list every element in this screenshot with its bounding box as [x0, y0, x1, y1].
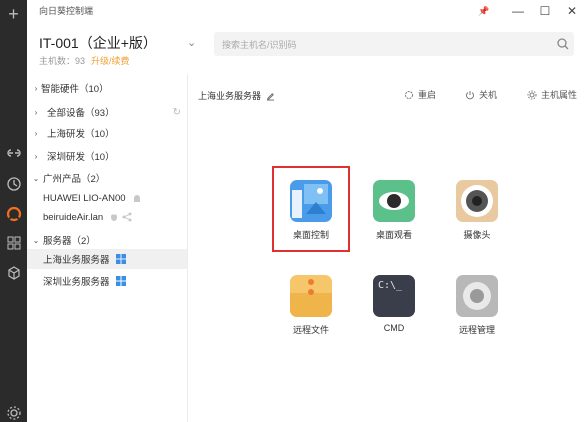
desktop-view-tile[interactable]: 桌面观看	[358, 180, 430, 254]
tile-label: 桌面控制	[292, 230, 329, 240]
tree-label: 深圳研发（10）	[47, 152, 115, 163]
windows-icon	[115, 276, 126, 286]
tree-group-guangzhou-product[interactable]: ⌄ 广州产品（2）	[27, 168, 187, 188]
properties-label: 主机属性	[541, 90, 578, 100]
host-count: 主机数：93	[39, 56, 86, 66]
remote-file-tile[interactable]: 远程文件	[275, 275, 347, 349]
expand-arrow-icon[interactable]: ›	[31, 108, 41, 117]
search-icon[interactable]	[556, 37, 570, 51]
terminal-prompt: C:\_	[378, 280, 403, 291]
tile-label: 远程文件	[292, 325, 329, 335]
refresh-icon[interactable]: ↻	[173, 107, 181, 118]
app-title: 向日葵控制端	[39, 6, 94, 16]
collapse-arrow-icon[interactable]: ⌄	[31, 236, 41, 245]
pin-icon[interactable]: 📌	[475, 2, 493, 20]
edit-icon[interactable]	[266, 92, 275, 101]
camera-tile[interactable]: 摄像头	[441, 180, 513, 254]
expand-arrow-icon[interactable]: ›	[31, 84, 41, 93]
camera-icon	[456, 180, 498, 222]
gear-icon	[527, 90, 537, 99]
tree-group-smart-hardware[interactable]: › 智能硬件（10）	[27, 78, 187, 98]
tree-label: HUAWEI LIO-AN00	[43, 192, 126, 204]
clock-icon[interactable]	[0, 173, 27, 195]
tree-label: 全部设备（93）	[47, 108, 115, 119]
restart-button[interactable]: 重启	[404, 88, 436, 101]
maximize-button[interactable]: ☐	[536, 2, 554, 20]
tree-label: 广州产品（2）	[43, 174, 106, 185]
tree-group-all-devices[interactable]: › 全部设备（93） ↻	[27, 102, 187, 122]
device-tree: › 智能硬件（10） › 全部设备（93） ↻ › 上海研发（10） › 深圳研…	[27, 74, 188, 422]
close-button[interactable]: ✕	[563, 2, 581, 20]
title-bar: 向日葵控制端 📌 — ☐ ✕	[27, 0, 588, 22]
upgrade-link[interactable]: 升级/续费	[91, 56, 130, 66]
gear-icon	[456, 275, 498, 317]
tree-label: 深圳业务服务器	[43, 277, 110, 288]
windows-icon	[115, 254, 126, 264]
tree-device-huawei[interactable]: HUAWEI LIO-AN00	[27, 188, 187, 208]
tree-group-shenzhen-rd[interactable]: › 深圳研发（10）	[27, 146, 187, 166]
tree-label: 上海研发（10）	[47, 129, 115, 140]
restart-label: 重启	[418, 90, 437, 100]
tile-label: CMD	[383, 323, 405, 333]
minimize-button[interactable]: —	[509, 2, 527, 20]
cmd-tile[interactable]: C:\_ CMD	[358, 275, 430, 349]
eye-icon	[373, 180, 415, 222]
remote-icon[interactable]	[0, 203, 27, 225]
cube-icon[interactable]	[0, 262, 27, 284]
shutdown-label: 关机	[479, 90, 498, 100]
terminal-icon: C:\_	[373, 275, 415, 317]
search-placeholder: 搜索主机名/识别码	[222, 40, 297, 50]
tree-label: 上海业务服务器	[43, 255, 110, 266]
apps-icon[interactable]	[0, 232, 27, 254]
desktop-control-icon	[290, 180, 332, 222]
device-subtitle: 主机数：93 升级/续费	[39, 54, 130, 67]
share-icon[interactable]	[122, 212, 132, 222]
tree-device-shenzhen-server[interactable]: 深圳业务服务器	[27, 271, 187, 291]
tree-label: 服务器（2）	[43, 236, 96, 247]
desktop-control-tile[interactable]: 桌面控制	[275, 180, 347, 254]
link-icon[interactable]	[0, 142, 27, 164]
header: IT-001（企业+版） ⌄ 主机数：93 升级/续费 搜索主机名/识别码	[27, 22, 588, 74]
folder-icon	[290, 275, 332, 317]
tree-group-servers[interactable]: ⌄ 服务器（2）	[27, 230, 187, 250]
host-title: 上海业务服务器	[198, 91, 262, 101]
search-input[interactable]: 搜索主机名/识别码	[214, 32, 574, 56]
main-panel: 上海业务服务器 重启 关机 主机属性 桌面控制 桌面观看 摄像头 远程文件 C:…	[188, 74, 588, 422]
tree-group-shanghai-rd[interactable]: › 上海研发（10）	[27, 123, 187, 143]
tile-label: 桌面观看	[375, 230, 412, 240]
tile-label: 远程管理	[458, 325, 495, 335]
tile-label: 摄像头	[463, 230, 491, 240]
chevron-down-icon[interactable]: ⌄	[187, 36, 196, 49]
remote-manage-tile[interactable]: 远程管理	[441, 275, 513, 349]
properties-button[interactable]: 主机属性	[527, 88, 577, 101]
power-icon	[466, 90, 474, 99]
device-name[interactable]: IT-001（企业+版）	[39, 33, 157, 53]
left-rail: +	[0, 0, 27, 422]
expand-arrow-icon[interactable]: ›	[31, 129, 41, 138]
shutdown-button[interactable]: 关机	[465, 88, 497, 101]
tree-label: beiruideAir.lan	[43, 211, 104, 223]
restart-icon	[405, 90, 413, 99]
add-icon[interactable]: +	[0, 4, 27, 24]
expand-arrow-icon[interactable]: ›	[31, 152, 41, 161]
tree-device-shanghai-server[interactable]: 上海业务服务器	[27, 249, 187, 269]
collapse-arrow-icon[interactable]: ⌄	[31, 174, 41, 183]
tree-device-beiruideair[interactable]: beiruideAir.lan	[27, 207, 187, 227]
settings-icon[interactable]	[0, 404, 27, 422]
android-icon	[133, 195, 140, 202]
breadcrumb: 上海业务服务器	[198, 89, 275, 102]
apple-icon	[111, 214, 118, 221]
tree-label: 智能硬件（10）	[41, 84, 109, 95]
